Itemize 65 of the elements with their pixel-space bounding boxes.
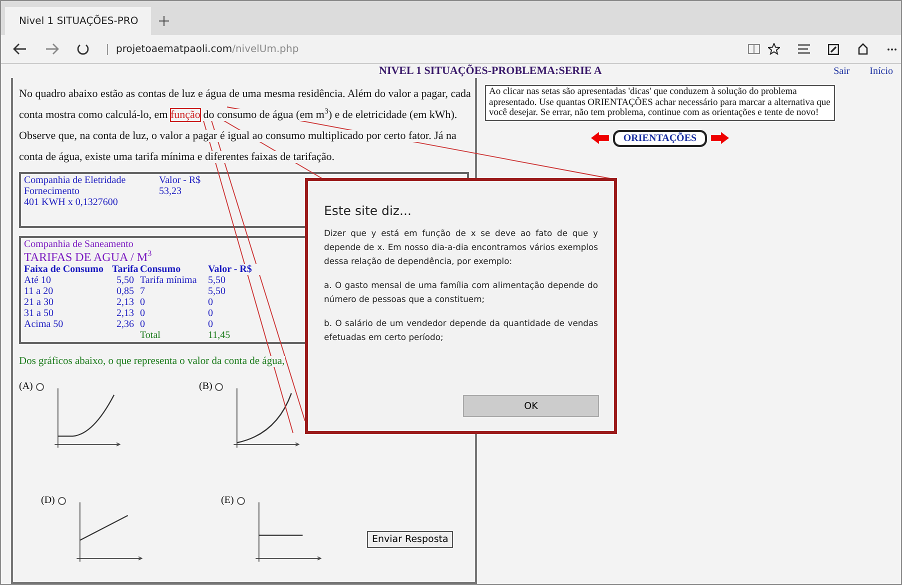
table-cell-text: 7 <box>140 286 146 297</box>
left-arrow-icon[interactable] <box>591 132 610 144</box>
table-cell-text: 31 a 50 <box>24 308 54 319</box>
star-icon[interactable] <box>768 43 780 55</box>
hint-box: Ao clicar nas setas são apresentadas 'dicas' que conduzem à solução do problema apresentado. Use quantas ORIENTAÇÕES achar necessário para marcar a alternativa que você desejar. Se errar, não tem problema, continue com as orientações e tente de novo! <box>485 85 835 120</box>
option-label: (B) <box>199 381 212 392</box>
dialog-text: Dizer que y está em função de x se deve ao fato de que y depende de x. Em nosso dia-a-dia encontramos vários exemplos dessa relação de dependência, por exemplo: <box>324 227 598 268</box>
table-cell-text: 0 <box>208 308 214 319</box>
tab-title: Nivel 1 SITUAÇÕES-PRO <box>19 16 138 26</box>
new-tab-icon[interactable] <box>159 16 169 26</box>
table-cell-text: Até 10 <box>24 275 52 286</box>
dialog-text: b. O salário de um vendedor depende da quantidade de vendas efetuadas em certo período; <box>324 317 598 344</box>
reading-view-icon[interactable] <box>748 44 760 54</box>
table-cell-text: 5,50 <box>116 275 135 286</box>
table-cell-text: 0,85 <box>116 286 135 297</box>
nav-link[interactable]: Sair <box>834 66 850 76</box>
option-label: (E) <box>221 495 234 506</box>
table-cell-text: 0 <box>208 297 214 308</box>
bill-text: 53,23 <box>159 186 182 197</box>
table-cell-text: Tarifa mínima <box>140 275 198 286</box>
bill-text: Companhia de Eletridade <box>24 175 127 186</box>
radio-button[interactable] <box>236 497 245 505</box>
nav-link[interactable]: Início <box>870 66 893 76</box>
bill-text: Valor - R$ <box>159 175 202 186</box>
radio-button[interactable] <box>36 383 44 391</box>
back-icon[interactable] <box>13 43 27 55</box>
bill-text: Fornecimento <box>24 186 81 197</box>
option-label: (D) <box>41 495 55 506</box>
table-cell-text: 5,50 <box>208 275 226 286</box>
table-cell-text: 0 <box>140 319 146 330</box>
table-cell-text: 0 <box>140 297 146 308</box>
table-cell-text: Acima 50 <box>24 319 64 330</box>
table-cell-text: 0 <box>140 308 146 319</box>
submit-button[interactable]: Enviar Resposta <box>367 531 454 548</box>
table-cell-text: 21 a 30 <box>24 297 54 308</box>
forward-icon[interactable] <box>45 43 59 55</box>
option-label: (A) <box>19 381 33 392</box>
more-icon[interactable] <box>887 48 897 50</box>
table-cell-text: 5,50 <box>208 286 226 297</box>
table-cell-text: 11 a 20 <box>24 286 54 297</box>
table-cell-text: 2,36 <box>116 319 135 330</box>
ok-button[interactable]: OK <box>463 395 599 417</box>
dialog-title: Este site diz... <box>324 203 412 218</box>
page-title: NIVEL 1 SITUAÇÕES-PROBLEMA:SERIE A <box>379 65 602 77</box>
refresh-icon[interactable] <box>77 43 89 55</box>
table-cell-text: 0 <box>208 319 214 330</box>
address-bar[interactable]: projetoaematpaoli.com/nivelUm.php <box>107 44 299 54</box>
tariff-title: TARIFAS DE AGUA / M$^{3}$ <box>24 250 153 264</box>
table-cell-text: 2,13 <box>116 297 135 308</box>
browser-tab[interactable]: Nivel 1 SITUAÇÕES-PRO <box>5 7 151 35</box>
bill-text: 401 KWH x 0,1327600 <box>24 197 118 208</box>
company-name: Companhia de Saneamento <box>24 239 134 250</box>
radio-button[interactable] <box>215 383 224 391</box>
right-arrow-icon[interactable] <box>710 132 729 144</box>
hub-icon[interactable] <box>798 44 810 54</box>
radio-button[interactable] <box>58 497 66 505</box>
dialog-text: a. O gasto mensal de uma família com alimentação depende do número de pessoas que a constituem; <box>324 279 598 306</box>
intro-paragraph: No quadro abaixo estão as contas de luz e água de uma mesma residência. Além do valor a pagar, cada conta mostra como calculá-lo, em função do consumo de água (em m$^{3}$) e de eletricidade (em kWh). Observe que, na conta de luz, o valor a pagar é igual ao consumo multiplicado por certo fator. Já na conta de água, existe uma tarifa mínima e diferentes faixas de tarifação. <box>19 87 471 165</box>
column-header: Tarifa <box>112 264 140 275</box>
orientations-button[interactable]: ORIENTAÇÕES <box>613 130 707 146</box>
total-value: 11,45 <box>208 330 232 341</box>
note-icon[interactable] <box>828 44 839 54</box>
total-label: Total <box>140 330 162 341</box>
question-text: Dos gráficos abaixo, o que representa o valor da conta de água, <box>19 356 285 367</box>
table-cell-text: 2,13 <box>116 308 135 319</box>
